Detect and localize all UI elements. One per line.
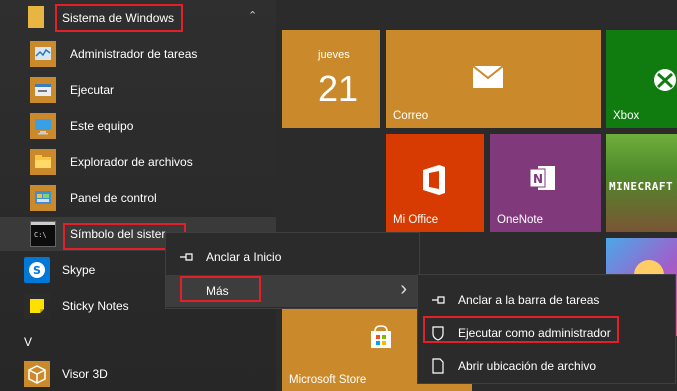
store-icon: [368, 324, 394, 353]
chevron-right-icon: ›: [400, 278, 407, 300]
tile-my-office[interactable]: Mi Office: [386, 134, 484, 232]
app-item-label: Explorador de archivos: [70, 155, 193, 169]
tile-mail[interactable]: Correo: [386, 30, 601, 128]
section-header-v[interactable]: V: [0, 331, 276, 355]
app-item-label: Este equipo: [70, 119, 134, 133]
menu-item-pin-to-taskbar[interactable]: Anclar a la barra de tareas: [418, 284, 675, 316]
tile-label: Mi Office: [393, 214, 439, 226]
section-letter: V: [24, 335, 33, 349]
xbox-icon: [652, 67, 677, 96]
task-manager-icon: [30, 41, 56, 67]
folder-icon: [28, 6, 44, 28]
highlight-group-header: [55, 4, 183, 32]
svg-text:S: S: [33, 264, 41, 277]
control-panel-icon: [30, 185, 56, 211]
tile-calendar[interactable]: jueves 21: [282, 30, 380, 128]
calendar-day-name: jueves: [318, 49, 350, 61]
app-item-label: Ejecutar: [70, 83, 115, 97]
menu-item-label: Abrir ubicación de archivo: [458, 359, 597, 373]
tile-label: Correo: [393, 110, 429, 122]
menu-item-pin-to-start[interactable]: Anclar a Inicio: [166, 241, 419, 273]
highlight-run-as-admin: [423, 316, 619, 343]
onenote-icon: N: [529, 163, 557, 196]
tile-onenote[interactable]: N OneNote: [490, 134, 601, 232]
pin-icon: [178, 249, 194, 265]
app-item-label: Sticky Notes: [62, 299, 129, 313]
minecraft-logo: MINECRAFT: [609, 180, 674, 193]
tile-label: OneNote: [497, 214, 544, 226]
command-prompt-icon: C:\: [30, 221, 56, 247]
start-app-list: Sistema de Windows ⌃ Administrador de ta…: [0, 0, 276, 391]
app-item-label: Panel de control: [70, 191, 157, 205]
app-item-label: Skype: [62, 263, 96, 277]
app-item-visor-3d[interactable]: Visor 3D: [0, 357, 276, 391]
app-item-control-panel[interactable]: Panel de control: [0, 181, 276, 215]
menu-item-open-file-location[interactable]: Abrir ubicación de archivo: [418, 350, 675, 382]
app-item-run[interactable]: Ejecutar: [0, 73, 276, 107]
highlight-more-item: [180, 276, 261, 302]
app-item-file-explorer[interactable]: Explorador de archivos: [0, 145, 276, 179]
svg-text:C:\: C:\: [34, 231, 47, 239]
tile-label: Xbox: [613, 110, 640, 122]
tile-label: Microsoft Store: [289, 374, 367, 386]
cube-icon: [24, 361, 50, 387]
menu-item-label: Anclar a Inicio: [206, 250, 282, 264]
run-icon: [30, 77, 56, 103]
chevron-up-icon[interactable]: ⌃: [248, 9, 257, 22]
sticky-notes-icon: [24, 293, 50, 319]
office-icon: [421, 164, 447, 199]
menu-item-label: Anclar a la barra de tareas: [458, 293, 600, 307]
app-item-this-pc[interactable]: Este equipo: [0, 109, 276, 143]
tile-xbox[interactable]: Xbox: [606, 30, 677, 128]
app-item-label: Visor 3D: [62, 367, 108, 381]
file-explorer-icon: [30, 149, 56, 175]
this-pc-icon: [30, 113, 56, 139]
mail-icon: [472, 65, 504, 91]
pin-icon: [430, 292, 446, 308]
tile-minecraft[interactable]: MINECRAFT: [606, 134, 677, 232]
app-item-task-manager[interactable]: Administrador de tareas: [0, 37, 276, 71]
skype-icon: S: [24, 257, 50, 283]
document-icon: [430, 358, 446, 374]
calendar-day-number: 21: [318, 68, 359, 109]
app-item-label: Administrador de tareas: [70, 47, 198, 61]
svg-text:N: N: [533, 172, 543, 186]
